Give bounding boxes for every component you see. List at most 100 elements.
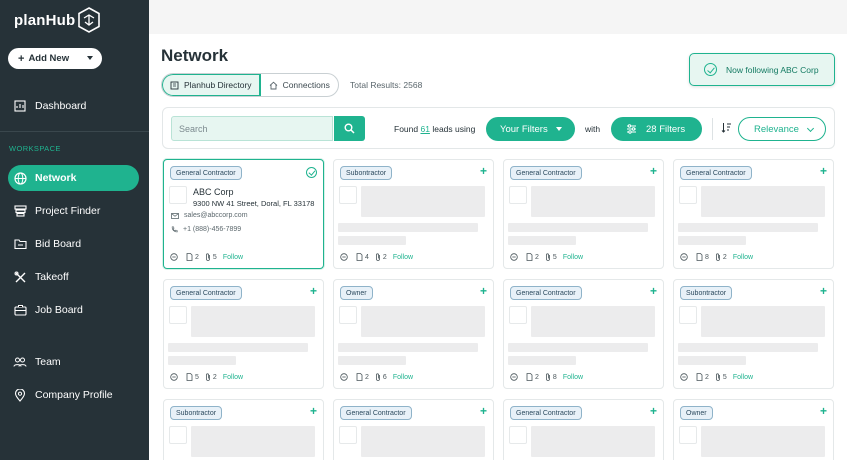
document-icon — [526, 373, 533, 381]
follow-link[interactable]: Follow — [393, 254, 413, 261]
remove-circle-icon[interactable] — [170, 253, 178, 261]
skeleton-block — [361, 306, 485, 337]
sidebar-item-takeoff[interactable]: Takeoff — [8, 264, 139, 290]
divider — [712, 118, 713, 140]
add-connection-plus-icon[interactable]: + — [650, 405, 657, 417]
search-input[interactable]: Search — [171, 116, 333, 141]
add-connection-plus-icon[interactable]: + — [480, 165, 487, 177]
company-card[interactable]: General Contractor +8 2 Follow — [673, 159, 834, 269]
follow-link[interactable]: Follow — [223, 374, 243, 381]
skeleton-block — [701, 186, 825, 217]
remove-circle-icon[interactable] — [510, 253, 518, 261]
company-name[interactable]: ABC Corp — [193, 187, 234, 197]
remove-circle-icon[interactable] — [170, 373, 178, 381]
sidebar-item-dashboard[interactable]: Dashboard — [8, 93, 139, 119]
company-card[interactable]: General Contractor + — [333, 399, 494, 460]
sidebar-item-team[interactable]: Team — [8, 349, 139, 375]
company-card[interactable]: General Contractor ABC Corp 9300 NW 41 Str… — [163, 159, 324, 269]
search-button[interactable] — [334, 116, 365, 141]
sidebar-item-job-board[interactable]: Job Board — [8, 297, 139, 323]
logo[interactable]: planHub — [14, 7, 101, 33]
top-bar — [149, 0, 847, 34]
company-card[interactable]: General Contractor +5 2 Follow — [163, 279, 324, 389]
your-filters-label: Your Filters — [500, 123, 548, 135]
documents-count: 4 — [356, 253, 369, 261]
company-type-tag: Subontractor — [340, 166, 393, 180]
sidebar-item-company-profile[interactable]: Company Profile — [8, 382, 139, 408]
follow-link[interactable]: Follow — [563, 254, 583, 261]
sidebar-item-bid-board[interactable]: Bid Board — [8, 231, 139, 257]
company-logo-placeholder — [679, 306, 697, 324]
sidebar-item-label: Team — [35, 356, 61, 368]
remove-circle-icon[interactable] — [680, 253, 688, 261]
card-stats: 2 5 Follow — [680, 373, 753, 381]
add-connection-plus-icon[interactable]: + — [820, 285, 827, 297]
add-connection-plus-icon[interactable]: + — [310, 285, 317, 297]
follow-link[interactable]: Follow — [563, 374, 583, 381]
skeleton-block — [191, 426, 315, 457]
sort-icon[interactable] — [721, 122, 732, 133]
add-new-button[interactable]: + Add New — [8, 48, 102, 69]
company-card[interactable]: Subontractor +4 2 Follow — [333, 159, 494, 269]
company-card[interactable]: Subontractor +2 5 Follow — [673, 279, 834, 389]
company-card[interactable]: General Contractor + — [503, 399, 664, 460]
follow-link[interactable]: Follow — [733, 254, 753, 261]
add-connection-plus-icon[interactable]: + — [650, 165, 657, 177]
add-connection-plus-icon[interactable]: + — [820, 405, 827, 417]
follow-link[interactable]: Follow — [223, 254, 243, 261]
sidebar-item-label: Company Profile — [35, 389, 113, 401]
add-connection-plus-icon[interactable]: + — [820, 165, 827, 177]
filters-count-button[interactable]: 28 Filters — [611, 117, 702, 141]
sliders-icon — [627, 124, 636, 134]
tab-planhub-directory[interactable]: Planhub Directory — [162, 74, 261, 96]
remove-circle-icon[interactable] — [680, 373, 688, 381]
found-prefix: Found — [394, 124, 419, 134]
company-card[interactable]: General Contractor +2 8 Follow — [503, 279, 664, 389]
check-circle-icon — [704, 63, 717, 76]
add-connection-plus-icon[interactable]: + — [480, 405, 487, 417]
skeleton-line — [508, 343, 648, 352]
company-logo-placeholder — [339, 426, 357, 444]
company-type-tag: Owner — [340, 286, 373, 300]
sidebar: planHub + Add New Dashboard WORKSPACE Ne… — [0, 0, 149, 460]
attach-value: 6 — [382, 373, 387, 381]
total-results: Total Results: 2568 — [350, 80, 423, 90]
add-connection-plus-icon[interactable]: + — [480, 285, 487, 297]
follow-link[interactable]: Follow — [733, 374, 753, 381]
skeleton-line — [678, 223, 818, 232]
sidebar-item-project-finder[interactable]: Project Finder — [8, 198, 139, 224]
document-icon — [696, 253, 703, 261]
company-card[interactable]: General Contractor +2 5 Follow — [503, 159, 664, 269]
remove-circle-icon[interactable] — [510, 373, 518, 381]
filter-bar: Search Found 61 leads using Your Filters… — [162, 107, 835, 149]
company-card[interactable]: Owner + — [673, 399, 834, 460]
company-address: 9300 NW 41 Street, Doral, FL 33178 — [193, 199, 315, 208]
docs-value: 2 — [195, 253, 199, 261]
company-card[interactable]: Owner +2 6 Follow — [333, 279, 494, 389]
remove-circle-icon[interactable] — [340, 253, 348, 261]
remove-circle-icon[interactable] — [340, 373, 348, 381]
chevron-down-icon — [555, 127, 562, 131]
globe-icon — [13, 171, 27, 185]
company-card[interactable]: Subontractor + — [163, 399, 324, 460]
your-filters-button[interactable]: Your Filters — [486, 117, 575, 141]
sidebar-item-network[interactable]: Network — [8, 165, 139, 191]
add-connection-plus-icon[interactable]: + — [310, 405, 317, 417]
add-connection-plus-icon[interactable]: + — [650, 285, 657, 297]
follow-link[interactable]: Follow — [393, 374, 413, 381]
company-logo-placeholder — [679, 186, 697, 204]
found-count[interactable]: 61 — [420, 124, 429, 134]
home-icon — [269, 81, 277, 89]
skeleton-line — [678, 356, 746, 365]
tab-connections[interactable]: Connections — [261, 74, 338, 96]
search-icon — [344, 123, 355, 134]
with-label: with — [585, 124, 601, 134]
company-type-tag: General Contractor — [340, 406, 412, 420]
company-phone[interactable]: +1 (888)-456-7899 — [171, 226, 241, 233]
company-email[interactable]: sales@abccorp.com — [171, 212, 248, 219]
found-suffix: leads using — [432, 124, 476, 134]
paperclip-icon — [716, 373, 720, 381]
layers-icon — [13, 204, 27, 218]
directory-tabs: Planhub Directory Connections — [161, 73, 339, 97]
sort-select[interactable]: Relevance — [738, 117, 826, 141]
